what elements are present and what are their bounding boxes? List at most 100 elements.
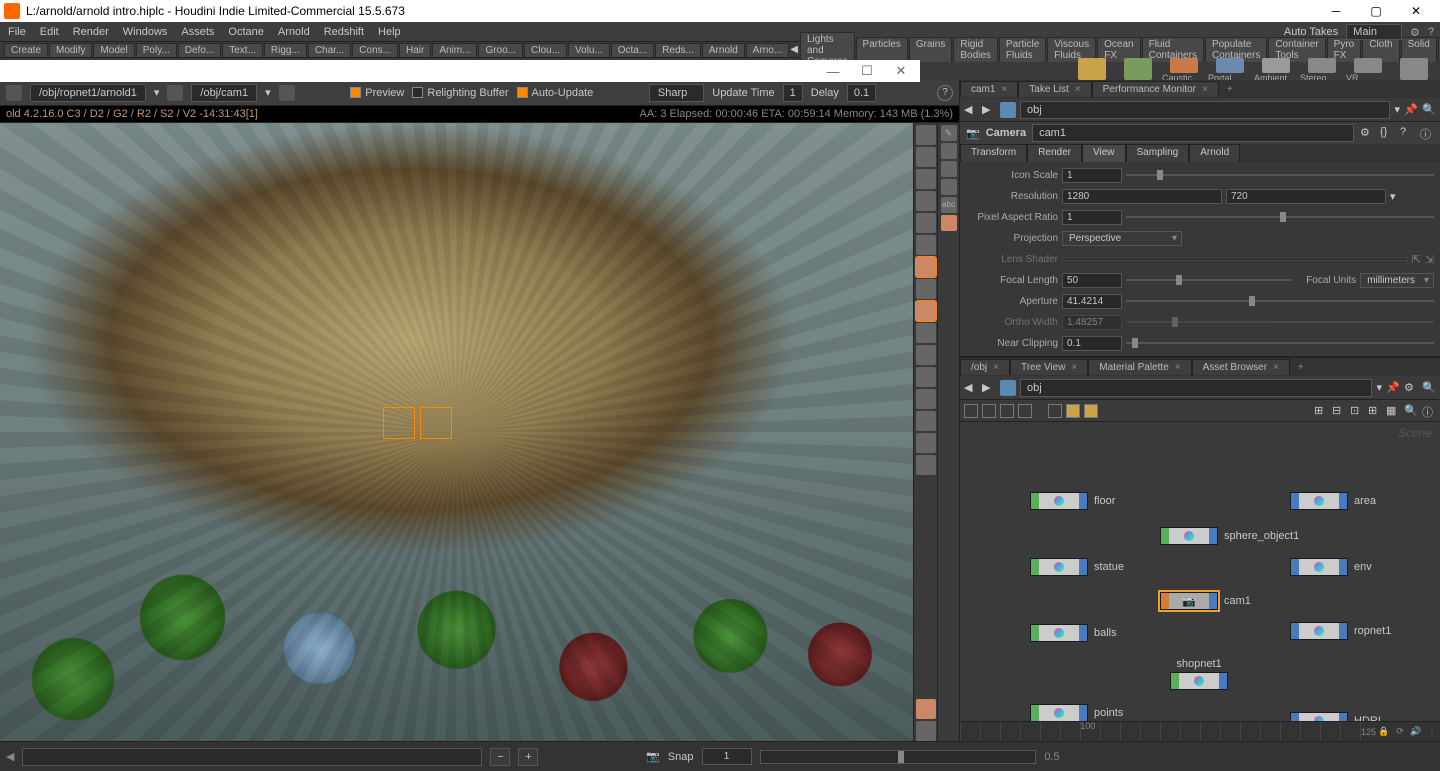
layout-icon[interactable]: ⊡ bbox=[1350, 404, 1364, 418]
tool-icon[interactable] bbox=[916, 257, 936, 277]
tab-treeview[interactable]: Tree View× bbox=[1010, 359, 1088, 375]
tab-perfmon[interactable]: Performance Monitor× bbox=[1092, 81, 1219, 97]
shelf-tab[interactable]: Create bbox=[4, 43, 48, 57]
tool-icon[interactable] bbox=[916, 455, 936, 475]
aperture-slider[interactable] bbox=[1126, 294, 1434, 308]
node-cam1[interactable]: 📷cam1 bbox=[1160, 592, 1251, 610]
relighting-checkbox[interactable]: Relighting Buffer bbox=[412, 87, 508, 99]
tool-icon[interactable] bbox=[916, 147, 936, 167]
chevron-down-icon[interactable]: ▾ bbox=[1394, 103, 1400, 116]
tool-icon[interactable] bbox=[916, 367, 936, 387]
abc-icon[interactable]: abc bbox=[941, 197, 957, 213]
shelf-tab[interactable]: Poly... bbox=[136, 43, 177, 57]
exposure-slider[interactable] bbox=[760, 750, 1037, 764]
pin-icon[interactable] bbox=[6, 85, 22, 101]
focal-field[interactable]: 50 bbox=[1062, 273, 1122, 288]
sub-maximize-button[interactable]: ☐ bbox=[850, 61, 884, 81]
tab-view[interactable]: View bbox=[1082, 144, 1126, 162]
pin-icon[interactable] bbox=[167, 85, 183, 101]
tool-icon[interactable] bbox=[941, 179, 957, 195]
layout-icon[interactable]: ⊞ bbox=[1368, 404, 1382, 418]
nav-back-icon[interactable]: ◀ bbox=[964, 381, 978, 395]
tab-cam1[interactable]: cam1× bbox=[960, 81, 1018, 97]
shelf-tab[interactable]: Char... bbox=[308, 43, 351, 57]
lens-shader-field[interactable] bbox=[1062, 257, 1408, 261]
pin-icon[interactable] bbox=[941, 215, 957, 231]
tool-icon[interactable] bbox=[916, 191, 936, 211]
update-time-field[interactable]: 1 bbox=[783, 84, 803, 102]
grid-icon[interactable]: ▦ bbox=[1386, 404, 1400, 418]
menu-edit[interactable]: Edit bbox=[40, 26, 59, 38]
node-shopnet1[interactable]: shopnet1 bbox=[1170, 658, 1228, 690]
take-selector[interactable]: Main bbox=[1346, 24, 1402, 40]
render-view[interactable] bbox=[0, 123, 913, 741]
tab-transform[interactable]: Transform bbox=[960, 144, 1027, 162]
zoom-out-button[interactable]: − bbox=[490, 748, 510, 766]
help-icon[interactable]: ? bbox=[1428, 26, 1434, 38]
sub-minimize-button[interactable]: — bbox=[816, 61, 850, 81]
delay-field[interactable]: 0.1 bbox=[847, 84, 876, 102]
netview-icon[interactable] bbox=[1048, 404, 1062, 418]
focal-units-select[interactable]: millimeters bbox=[1360, 273, 1434, 288]
network-path-field[interactable]: obj bbox=[1020, 379, 1372, 397]
aa-mode-select[interactable]: Sharp bbox=[649, 84, 704, 102]
icon-scale-field[interactable]: 1 bbox=[1062, 168, 1122, 183]
focal-slider[interactable] bbox=[1126, 273, 1292, 287]
add-tab-button[interactable]: + bbox=[1290, 360, 1312, 375]
node-sphere_object1[interactable]: sphere_object1 bbox=[1160, 527, 1299, 545]
info-icon[interactable]: ⓘ bbox=[1420, 126, 1434, 140]
shelf-tab[interactable]: Modify bbox=[49, 43, 92, 57]
tool-icon[interactable] bbox=[916, 125, 936, 145]
shelf-tab[interactable]: Defo... bbox=[178, 43, 221, 57]
nav-fwd-icon[interactable]: ▶ bbox=[982, 381, 996, 395]
node-area[interactable]: area bbox=[1290, 492, 1376, 510]
tool-icon[interactable] bbox=[916, 433, 936, 453]
chevron-down-icon[interactable]: ▾ bbox=[1376, 381, 1382, 394]
tool-icon[interactable] bbox=[916, 235, 936, 255]
res-y-field[interactable]: 720 bbox=[1226, 189, 1386, 204]
sticky-icon[interactable] bbox=[1066, 404, 1080, 418]
tab-arnold[interactable]: Arnold bbox=[1189, 144, 1240, 162]
op-picker-icon[interactable]: ⇱ bbox=[1412, 253, 1421, 266]
autoupdate-checkbox[interactable]: Auto-Update bbox=[517, 87, 594, 99]
realtime-icon[interactable]: ⟳ bbox=[1392, 726, 1408, 737]
tool-icon[interactable] bbox=[916, 389, 936, 409]
close-button[interactable]: ✕ bbox=[1396, 0, 1436, 22]
netbox-icon[interactable] bbox=[1084, 404, 1098, 418]
pin-icon[interactable]: 📌 bbox=[1386, 381, 1400, 395]
menu-arnold[interactable]: Arnold bbox=[278, 26, 310, 38]
add-tab-button[interactable]: + bbox=[1219, 82, 1241, 97]
layout-icon[interactable]: ⊟ bbox=[1332, 404, 1346, 418]
shelf-tab[interactable]: Anim... bbox=[432, 43, 477, 57]
search-icon[interactable]: 🔍 bbox=[1404, 404, 1418, 418]
help-icon[interactable]: ? bbox=[937, 85, 953, 101]
lock-icon[interactable]: 🔒 bbox=[1376, 726, 1392, 737]
par-slider[interactable] bbox=[1126, 210, 1434, 224]
snapshot-icon[interactable]: 📷 bbox=[646, 750, 660, 763]
par-field[interactable]: 1 bbox=[1062, 210, 1122, 225]
tab-sampling[interactable]: Sampling bbox=[1126, 144, 1190, 162]
tab-render[interactable]: Render bbox=[1027, 144, 1082, 162]
shelf-tab[interactable]: Groo... bbox=[478, 43, 523, 57]
tool-icon[interactable] bbox=[916, 323, 936, 343]
node-floor[interactable]: floor bbox=[1030, 492, 1115, 510]
minimize-button[interactable]: ─ bbox=[1316, 0, 1356, 22]
sub-close-button[interactable]: ✕ bbox=[884, 61, 918, 81]
icon-scale-slider[interactable] bbox=[1126, 168, 1434, 182]
menu-assets[interactable]: Assets bbox=[181, 26, 214, 38]
node-name-field[interactable]: cam1 bbox=[1032, 124, 1354, 142]
pin-icon[interactable]: 📌 bbox=[1404, 103, 1418, 117]
camera-path-field[interactable]: /obj/cam1 bbox=[191, 84, 257, 102]
tab-obj[interactable]: /obj× bbox=[960, 359, 1010, 375]
shelf-tab[interactable]: Text... bbox=[222, 43, 263, 57]
node-points[interactable]: points bbox=[1030, 704, 1123, 722]
rop-path-field[interactable]: /obj/ropnet1/arnold1 bbox=[30, 84, 146, 102]
layout-icon[interactable]: ⊞ bbox=[1314, 404, 1328, 418]
lock-icon[interactable] bbox=[916, 213, 936, 233]
audio-icon[interactable]: 🔊 bbox=[1408, 726, 1424, 737]
code-icon[interactable]: {} bbox=[1380, 126, 1394, 140]
tool-icon[interactable] bbox=[916, 721, 936, 741]
info-icon[interactable]: ⓘ bbox=[1422, 404, 1436, 418]
find-icon[interactable]: 🔍 bbox=[1422, 103, 1436, 117]
res-x-field[interactable]: 1280 bbox=[1062, 189, 1222, 204]
